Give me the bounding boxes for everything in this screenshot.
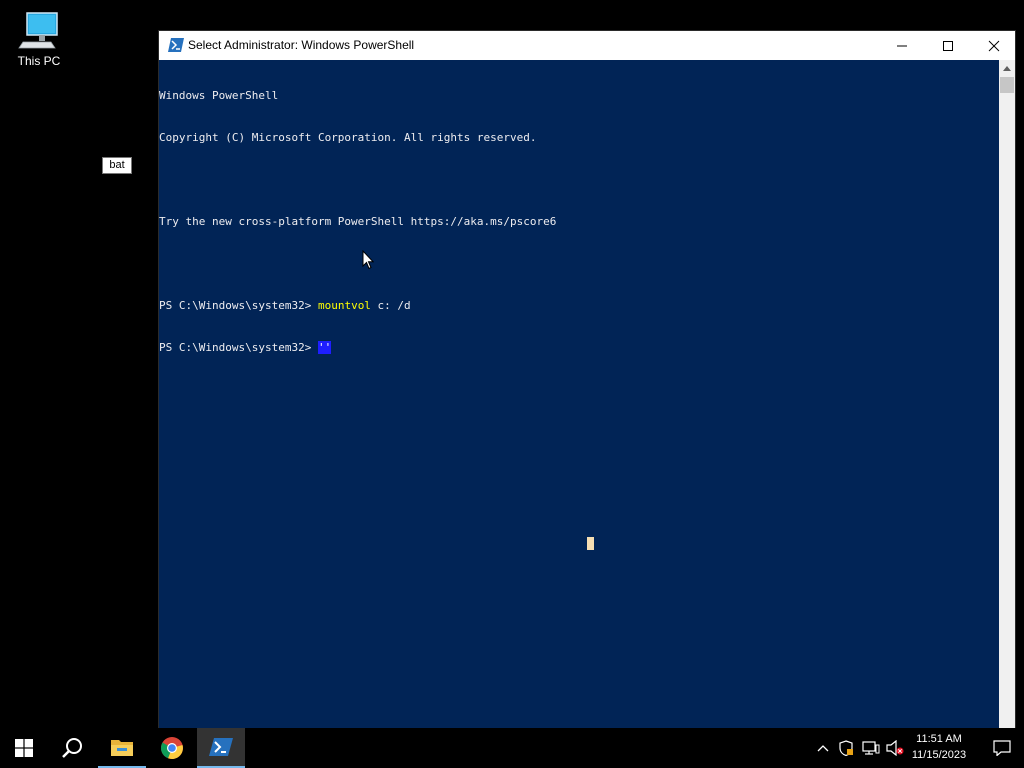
desktop-icon-this-pc[interactable]: This PC: [8, 8, 70, 78]
clock-date: 11/15/2023: [911, 749, 967, 761]
command-args: c: /d: [370, 299, 411, 312]
console-line: Copyright (C) Microsoft Corporation. All…: [159, 131, 537, 144]
search-button[interactable]: [48, 728, 96, 768]
prompt: PS C:\Windows\system32>: [159, 341, 318, 354]
search-icon: [62, 738, 82, 758]
show-hidden-icons-button[interactable]: [814, 728, 832, 768]
file-explorer-button[interactable]: [98, 728, 146, 768]
command-name: mountvol: [317, 299, 371, 312]
file-explorer-icon: [111, 740, 133, 756]
clock-time: 11:51 AM: [916, 733, 962, 745]
notification-icon: [993, 740, 1011, 756]
action-center-button[interactable]: [980, 728, 1024, 768]
vertical-scrollbar[interactable]: [999, 60, 1015, 728]
close-icon: [988, 40, 1000, 51]
security-tray-button[interactable]: [836, 728, 856, 768]
chevron-up-icon: [817, 745, 829, 752]
tooltip: bat: [102, 157, 132, 174]
maximize-button[interactable]: [925, 31, 971, 60]
text-cursor: [587, 537, 594, 550]
clock[interactable]: 11:51 AM 11/15/2023: [906, 731, 972, 763]
chevron-up-icon: [1003, 66, 1011, 71]
network-tray-button[interactable]: [860, 728, 882, 768]
start-button[interactable]: [0, 728, 48, 768]
console-output[interactable]: Windows PowerShell Copyright (C) Microso…: [159, 60, 999, 728]
prompt: PS C:\Windows\system32>: [159, 299, 318, 312]
minimize-button[interactable]: [879, 31, 925, 60]
chrome-icon: [160, 737, 183, 760]
start-icon: [15, 739, 33, 757]
minimize-icon: [897, 45, 907, 46]
maximize-icon: [943, 40, 953, 51]
volume-tray-button[interactable]: [884, 728, 906, 768]
volume-muted-icon: [886, 740, 904, 756]
console-line: Try the new cross-platform PowerShell ht…: [159, 215, 557, 228]
scroll-thumb[interactable]: [1000, 77, 1014, 93]
desktop-icon-label: This PC: [17, 54, 61, 68]
powershell-icon: [168, 38, 184, 52]
security-icon: [839, 740, 853, 756]
scroll-up-button[interactable]: [999, 60, 1015, 77]
chrome-button[interactable]: [148, 728, 196, 768]
network-icon: [862, 741, 880, 755]
console-input-line[interactable]: PS C:\Windows\system32> '': [159, 341, 999, 355]
taskbar: 11:51 AM 11/15/2023: [0, 728, 1024, 768]
title-bar[interactable]: Select Administrator: Windows PowerShell: [159, 31, 1015, 60]
window-title: Select Administrator: Windows PowerShell: [188, 38, 415, 52]
console-line: Windows PowerShell: [159, 89, 279, 102]
powershell-icon: [209, 738, 233, 756]
powershell-window[interactable]: Select Administrator: Windows PowerShell…: [158, 30, 1016, 728]
current-input[interactable]: '': [317, 341, 332, 354]
console-command-line: PS C:\Windows\system32> mountvol c: /d: [159, 299, 999, 313]
close-button[interactable]: [971, 31, 1017, 60]
mouse-cursor-icon: [362, 250, 374, 270]
powershell-taskbar-button[interactable]: [197, 728, 245, 768]
this-pc-icon: [18, 12, 58, 49]
